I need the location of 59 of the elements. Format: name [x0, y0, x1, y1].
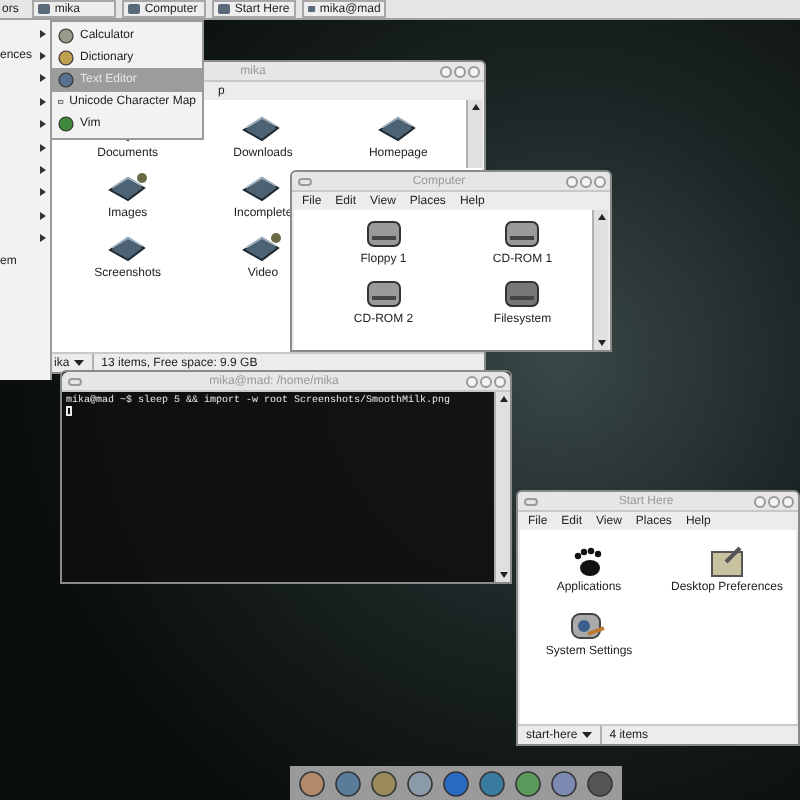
launcher-icon[interactable]	[586, 769, 614, 797]
terminal-cursor	[66, 406, 72, 416]
submenu-arrow-icon[interactable]	[40, 234, 46, 243]
launcher-icon[interactable]	[334, 769, 362, 797]
submenu-arrow-icon[interactable]	[40, 52, 46, 61]
maximize-button[interactable]	[580, 175, 592, 187]
settings-icon	[570, 610, 607, 642]
submenu-arrow-icon[interactable]	[40, 97, 46, 106]
window-icon	[308, 4, 316, 14]
submenu-arrow-icon[interactable]	[40, 166, 46, 175]
launcher-icon[interactable]	[550, 769, 578, 797]
launcher-icon[interactable]	[442, 769, 470, 797]
launcher-icon[interactable]	[298, 769, 326, 797]
user-folder-icon	[240, 232, 285, 264]
launcher-icon[interactable]	[370, 769, 398, 797]
scroll-up-icon[interactable]	[597, 214, 605, 220]
submenu-arrow-icon[interactable]	[40, 74, 46, 83]
minimize-button[interactable]	[566, 175, 578, 187]
submenu-arrow-icon[interactable]	[40, 143, 46, 152]
user-folder-icon	[105, 172, 150, 204]
close-button[interactable]	[782, 495, 794, 507]
close-button[interactable]	[494, 375, 506, 387]
drive-icon	[365, 278, 402, 310]
scroll-down-icon[interactable]	[597, 340, 605, 346]
drive-icon	[504, 278, 541, 310]
minimize-button[interactable]	[440, 65, 452, 77]
minimize-button[interactable]	[466, 375, 478, 387]
maximize-button[interactable]	[768, 495, 780, 507]
maximize-button[interactable]	[454, 65, 466, 77]
caret-icon	[581, 732, 592, 738]
caret-icon	[73, 360, 84, 366]
maximize-button[interactable]	[480, 375, 492, 387]
minimize-button[interactable]	[754, 495, 766, 507]
foot-icon	[572, 546, 605, 578]
window-icon	[38, 4, 51, 14]
scroll-up-icon[interactable]	[471, 104, 479, 110]
launcher-icon[interactable]	[514, 769, 542, 797]
scrollbar[interactable]	[494, 392, 510, 582]
close-button[interactable]	[468, 65, 480, 77]
scroll-up-icon[interactable]	[499, 396, 507, 402]
folder-icon	[240, 172, 285, 204]
submenu-arrow-icon[interactable]	[40, 188, 46, 197]
scroll-down-icon[interactable]	[499, 572, 507, 578]
scrollbar[interactable]	[592, 210, 608, 350]
drive-icon	[504, 218, 541, 250]
window-icon	[128, 4, 141, 14]
submenu-arrow-icon[interactable]	[40, 120, 46, 129]
close-button[interactable]	[594, 175, 606, 187]
launcher-icon[interactable]	[478, 769, 506, 797]
launcher-icon[interactable]	[406, 769, 434, 797]
window-icon	[218, 4, 231, 14]
scrollbar[interactable]	[466, 100, 482, 168]
submenu-arrow-icon[interactable]	[40, 211, 46, 220]
folder-icon	[105, 232, 150, 264]
drive-icon	[365, 218, 402, 250]
folder-icon	[240, 112, 285, 144]
folder-icon	[376, 112, 421, 144]
desktop-preferences-icon	[709, 546, 745, 578]
submenu-arrow-icon[interactable]	[40, 29, 46, 38]
